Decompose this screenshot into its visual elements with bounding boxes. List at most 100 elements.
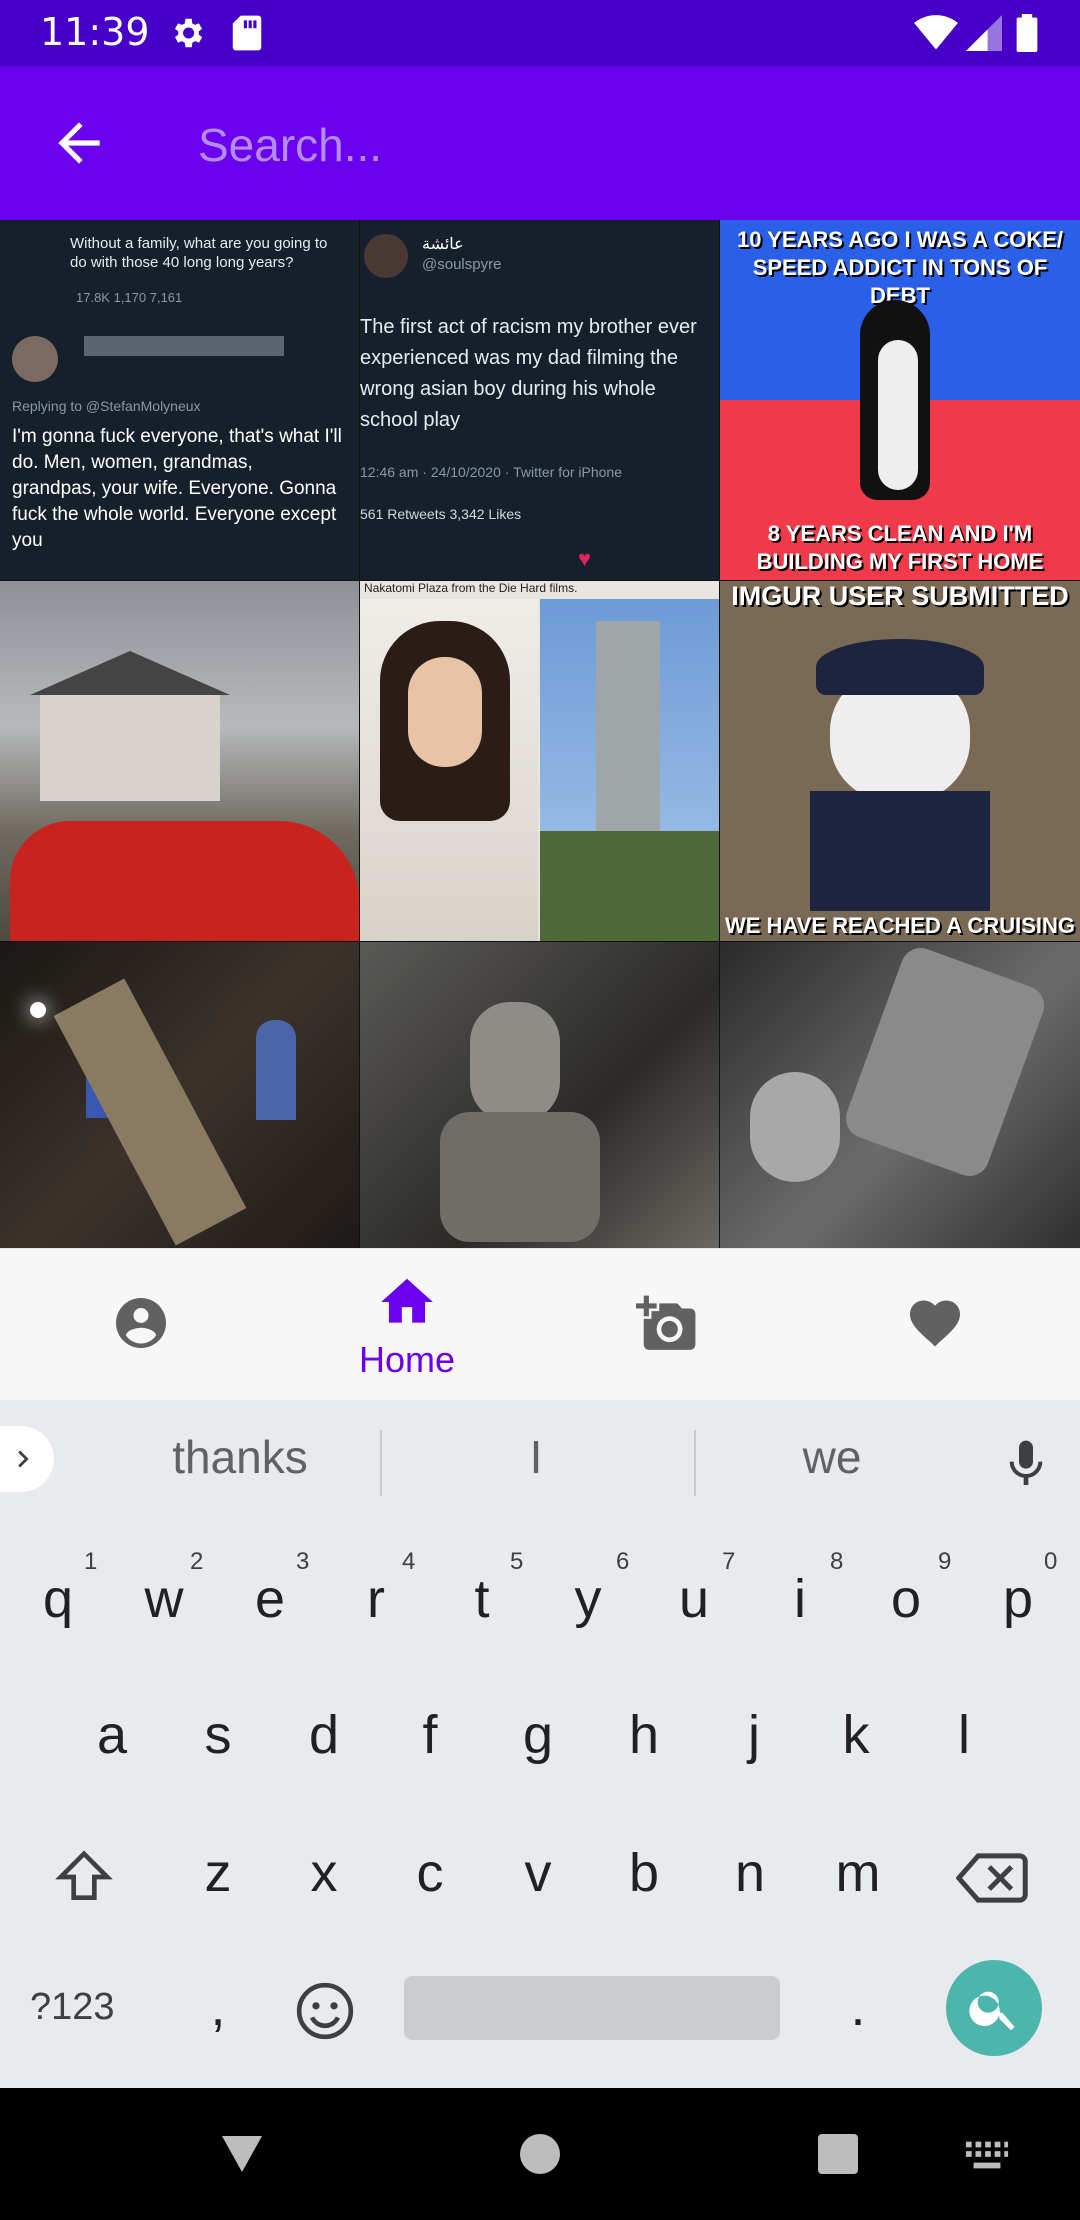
- grid-image-cat-captain[interactable]: IMGUR USER SUBMITTED WE HAVE REACHED A C…: [720, 581, 1080, 941]
- expand-suggestions-button[interactable]: [0, 1426, 54, 1492]
- key-g[interactable]: g: [488, 1704, 588, 1766]
- meme-bottom-text: WE HAVE REACHED A CRUISING: [725, 913, 1075, 938]
- tweet-meta: 12:46 am · 24/10/2020 · Twitter for iPho…: [360, 464, 623, 480]
- divider: [380, 1430, 382, 1496]
- microphone-icon[interactable]: [998, 1436, 1054, 1492]
- sculpture: [53, 978, 247, 1246]
- key-hint: 0: [1044, 1548, 1058, 1575]
- grid-image-house[interactable]: [0, 581, 359, 941]
- light: [30, 1002, 46, 1018]
- key-n[interactable]: n: [700, 1842, 800, 1904]
- key-y[interactable]: y: [538, 1568, 638, 1630]
- key-hint: 8: [830, 1548, 844, 1575]
- key-hint: 2: [190, 1548, 204, 1575]
- add-a-photo-icon: [636, 1295, 696, 1350]
- backspace-icon[interactable]: [956, 1850, 1028, 1906]
- emoji-icon[interactable]: [294, 1980, 356, 2042]
- key-s[interactable]: s: [168, 1704, 268, 1766]
- key-e[interactable]: e: [220, 1568, 320, 1630]
- key-u[interactable]: u: [644, 1568, 744, 1630]
- cell-signal-icon: [966, 15, 1002, 51]
- avatar: [364, 234, 408, 278]
- image-caption: Nakatomi Plaza from the Die Hard films.: [364, 581, 578, 595]
- red-car: [10, 821, 359, 941]
- key-x[interactable]: x: [274, 1842, 374, 1904]
- nav-add-photo[interactable]: [538, 1249, 808, 1401]
- search-icon: [969, 1991, 1015, 2031]
- tweet-handle: @soulspyre: [422, 256, 502, 273]
- chevron-right-icon: [18, 1450, 29, 1468]
- key-v[interactable]: v: [488, 1842, 588, 1904]
- avatar: [12, 336, 58, 382]
- key-m[interactable]: m: [808, 1842, 908, 1904]
- stained-glass: [256, 1020, 296, 1120]
- key-a[interactable]: a: [62, 1704, 162, 1766]
- key-h[interactable]: h: [594, 1704, 694, 1766]
- key-q[interactable]: q: [8, 1568, 108, 1630]
- key-i[interactable]: i: [750, 1568, 850, 1630]
- grid-image-cathedral[interactable]: [0, 942, 359, 1248]
- key-r[interactable]: r: [326, 1568, 426, 1630]
- suggestion-1[interactable]: thanks: [90, 1430, 390, 1484]
- heart-icon: [910, 1300, 960, 1347]
- sculpture-figure: [470, 1002, 560, 1122]
- key-p[interactable]: p: [968, 1568, 1068, 1630]
- keyboard: q w e r t y u i o p 1 2 3 4 5 6 7 8 9 0 …: [0, 1524, 1080, 2088]
- key-b[interactable]: b: [594, 1842, 694, 1904]
- key-c[interactable]: c: [380, 1842, 480, 1904]
- nav-favorites[interactable]: [802, 1249, 1072, 1401]
- key-d[interactable]: d: [274, 1704, 374, 1766]
- key-hint: 9: [938, 1548, 952, 1575]
- key-hint: 1: [84, 1548, 98, 1575]
- key-j[interactable]: j: [704, 1704, 804, 1766]
- grid-image-meme-penguin[interactable]: 10 YEARS AGO I WAS A COKE/ SPEED ADDICT …: [720, 220, 1080, 580]
- bottom-navigation: Home: [0, 1248, 1080, 1401]
- key-w[interactable]: w: [114, 1568, 214, 1630]
- nav-home[interactable]: Home: [272, 1249, 542, 1401]
- key-comma[interactable]: ,: [168, 1976, 268, 2038]
- search-app-bar: [0, 66, 1080, 220]
- key-l[interactable]: l: [914, 1704, 1014, 1766]
- back-triangle-icon[interactable]: [218, 2132, 266, 2176]
- search-key[interactable]: [946, 1960, 1042, 2056]
- wifi-icon: [914, 15, 958, 50]
- settings-icon: [174, 18, 203, 48]
- sd-card-icon: [232, 15, 262, 51]
- house-roof: [30, 651, 230, 695]
- key-k[interactable]: k: [806, 1704, 906, 1766]
- grid-image-sculpture-1[interactable]: [360, 942, 719, 1248]
- search-input[interactable]: [196, 106, 1040, 184]
- nav-profile[interactable]: [6, 1249, 276, 1401]
- space-bar[interactable]: [404, 1976, 780, 2040]
- home-circle-icon[interactable]: [520, 2134, 560, 2174]
- status-bar: 11:39: [0, 0, 1080, 66]
- grid-image-sculpture-2[interactable]: [720, 942, 1080, 1248]
- grid-image-tweet-1[interactable]: Without a family, what are you going to …: [0, 220, 359, 580]
- symbols-key[interactable]: ?123: [30, 1986, 115, 2029]
- tweet-counts: 561 Retweets 3,342 Likes: [360, 506, 522, 522]
- tweet-text: The first act of racism my brother ever …: [360, 316, 697, 431]
- suggestion-2[interactable]: I: [386, 1430, 686, 1484]
- captain-hat: [816, 639, 984, 695]
- meme-top-text: 10 YEARS AGO I WAS A COKE/ SPEED ADDICT …: [737, 227, 1063, 308]
- sculpture-head: [750, 1072, 840, 1182]
- recents-square-icon[interactable]: [818, 2134, 858, 2174]
- key-hint: 6: [616, 1548, 630, 1575]
- shift-icon[interactable]: [50, 1846, 118, 1908]
- key-t[interactable]: t: [432, 1568, 532, 1630]
- grid-image-portrait-tower[interactable]: Nakatomi Plaza from the Die Hard films.: [360, 581, 719, 941]
- key-z[interactable]: z: [168, 1842, 268, 1904]
- image-grid: Without a family, what are you going to …: [0, 220, 1080, 1248]
- key-period[interactable]: .: [808, 1976, 908, 2038]
- clock: 11:39: [40, 10, 150, 54]
- meme-top-text: IMGUR USER SUBMITTED: [731, 581, 1069, 611]
- suggestion-strip: thanks I we: [0, 1400, 1080, 1524]
- key-o[interactable]: o: [856, 1568, 956, 1630]
- meme-bottom-text: 8 YEARS CLEAN AND I'M BUILDING MY FIRST …: [756, 521, 1044, 574]
- keyboard-switch-icon[interactable]: [964, 2138, 1010, 2172]
- back-arrow-icon[interactable]: [48, 112, 110, 174]
- key-f[interactable]: f: [380, 1704, 480, 1766]
- grid-image-tweet-2[interactable]: عائشة @soulspyre The first act of racism…: [360, 220, 719, 580]
- suggestion-3[interactable]: we: [682, 1430, 982, 1484]
- house: [40, 691, 220, 801]
